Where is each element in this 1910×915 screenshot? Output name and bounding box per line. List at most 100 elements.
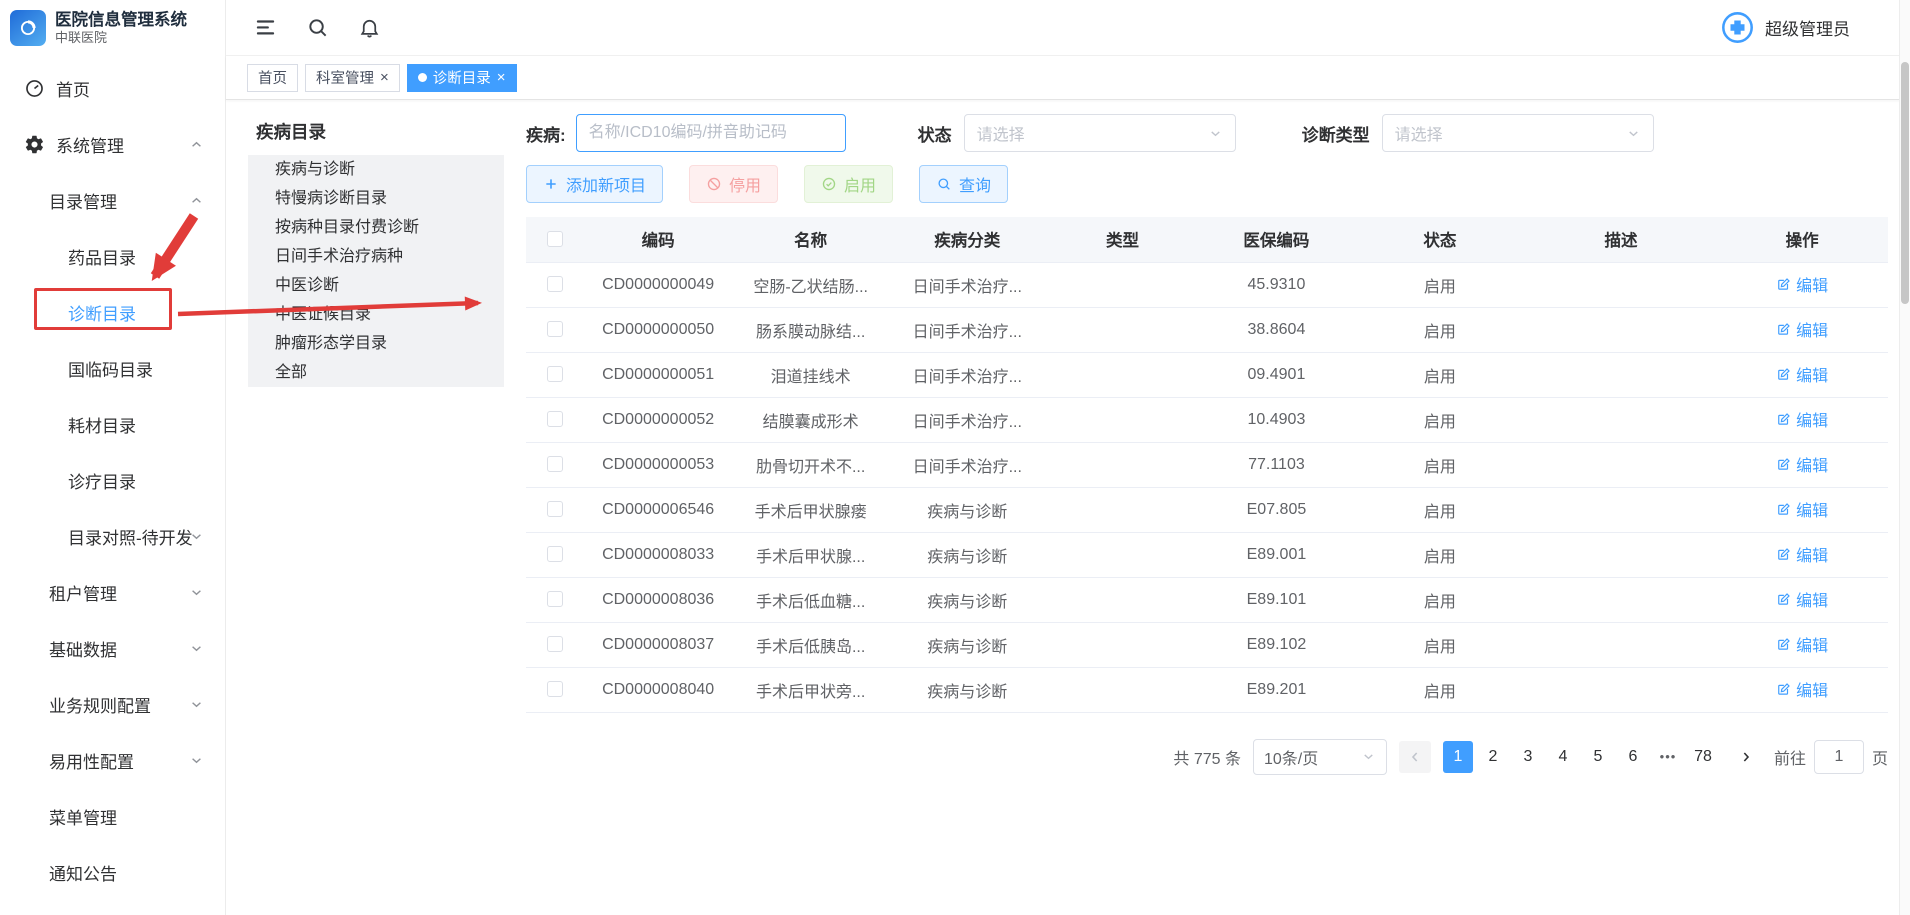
cell-status: 启用 — [1354, 307, 1526, 352]
sidebar-item-label: 耗材目录 — [68, 412, 136, 437]
page-number[interactable]: 6 — [1618, 741, 1648, 773]
bell-icon[interactable] — [358, 16, 381, 39]
cell-description — [1526, 262, 1717, 307]
row-checkbox[interactable] — [547, 636, 563, 652]
page-number[interactable]: 1 — [1443, 741, 1473, 773]
cell-name: 手术后甲状旁... — [733, 667, 888, 712]
sidebar-item-consumables-catalog[interactable]: 耗材目录 — [0, 396, 225, 452]
catalog-item[interactable]: 肿瘤形态学目录 — [248, 329, 504, 358]
edit-button[interactable]: 编辑 — [1776, 587, 1828, 611]
cell-status: 启用 — [1354, 262, 1526, 307]
diagnosis-type-select[interactable]: 请选择 — [1382, 114, 1654, 152]
tab-label: 首页 — [258, 67, 287, 88]
sidebar-item-menu-management[interactable]: 菜单管理 — [0, 788, 225, 844]
edit-icon — [1776, 637, 1791, 652]
catalog-item[interactable]: 特慢病诊断目录 — [248, 184, 504, 213]
cell-status: 启用 — [1354, 622, 1526, 667]
row-checkbox[interactable] — [547, 366, 563, 382]
column-header-insurance-code: 医保编码 — [1199, 217, 1354, 262]
row-checkbox[interactable] — [547, 276, 563, 292]
sidebar-item-business-rules[interactable]: 业务规则配置 — [0, 676, 225, 732]
table-row: CD0000008037 手术后低胰岛... 疾病与诊断 E89.102 启用 … — [526, 622, 1888, 667]
enable-button[interactable]: 启用 — [804, 165, 893, 203]
page-number[interactable]: 78 — [1688, 741, 1718, 773]
diagnosis-table: 编码 名称 疾病分类 类型 医保编码 状态 描述 操作 CD00000000 — [526, 217, 1888, 713]
prev-page-button[interactable] — [1399, 741, 1431, 773]
close-icon[interactable]: × — [497, 70, 506, 85]
tab-diagnosis-catalog[interactable]: 诊断目录 × — [407, 64, 517, 92]
row-checkbox[interactable] — [547, 411, 563, 427]
disable-button[interactable]: 停用 — [689, 165, 778, 203]
user-menu[interactable]: 超级管理员 — [1720, 10, 1850, 45]
add-item-button[interactable]: 添加新项目 — [526, 165, 663, 203]
cell-type — [1046, 667, 1199, 712]
edit-button[interactable]: 编辑 — [1776, 452, 1828, 476]
page-numbers: 1 2 3 4 5 6 ••• 78 — [1443, 741, 1718, 773]
sidebar-item-label: 诊疗目录 — [68, 468, 136, 493]
next-page-button[interactable] — [1730, 741, 1762, 773]
sidebar-item-home[interactable]: 首页 — [0, 60, 225, 116]
edit-button[interactable]: 编辑 — [1776, 542, 1828, 566]
row-checkbox[interactable] — [547, 591, 563, 607]
sidebar-item-tenant-management[interactable]: 租户管理 — [0, 564, 225, 620]
sidebar-item-label: 菜单管理 — [49, 804, 117, 829]
edit-button[interactable]: 编辑 — [1776, 362, 1828, 386]
row-checkbox[interactable] — [547, 321, 563, 337]
sidebar-item-notice[interactable]: 通知公告 — [0, 844, 225, 900]
edit-button[interactable]: 编辑 — [1776, 272, 1828, 296]
edit-icon — [1776, 547, 1791, 562]
page-size-select[interactable]: 10条/页 — [1253, 739, 1387, 775]
tab-bar: 首页 科室管理 × 诊断目录 × — [226, 56, 1910, 100]
catalog-item[interactable]: 日间手术治疗病种 — [248, 242, 504, 271]
edit-label: 编辑 — [1796, 317, 1828, 341]
sidebar-item-catalog-mapping[interactable]: 目录对照-待开发 — [0, 508, 225, 564]
sidebar-item-catalog-management[interactable]: 目录管理 — [0, 172, 225, 228]
sidebar-item-diagnosis-catalog[interactable]: 诊断目录 — [0, 284, 225, 340]
page-ellipsis[interactable]: ••• — [1653, 741, 1683, 773]
edit-button[interactable]: 编辑 — [1776, 677, 1828, 701]
content: 疾病目录 疾病与诊断特慢病诊断目录按病种目录付费诊断日间手术治疗病种中医诊断中医… — [226, 100, 1910, 915]
page-number[interactable]: 3 — [1513, 741, 1543, 773]
edit-button[interactable]: 编辑 — [1776, 632, 1828, 656]
table-row: CD0000006546 手术后甲状腺瘘 疾病与诊断 E07.805 启用 编辑 — [526, 487, 1888, 532]
catalog-item[interactable]: 中医诊断 — [248, 271, 504, 300]
sidebar-item-treatment-catalog[interactable]: 诊疗目录 — [0, 452, 225, 508]
row-checkbox[interactable] — [547, 456, 563, 472]
edit-label: 编辑 — [1796, 632, 1828, 656]
status-select[interactable]: 请选择 — [964, 114, 1236, 152]
collapse-menu-icon[interactable] — [254, 16, 277, 39]
search-icon[interactable] — [306, 16, 329, 39]
edit-button[interactable]: 编辑 — [1776, 497, 1828, 521]
goto-page-input[interactable] — [1814, 740, 1864, 774]
scrollbar-thumb[interactable] — [1901, 62, 1909, 304]
query-button[interactable]: 查询 — [919, 165, 1008, 203]
tab-home[interactable]: 首页 — [247, 64, 298, 92]
sidebar-item-drug-catalog[interactable]: 药品目录 — [0, 228, 225, 284]
catalog-item[interactable]: 疾病与诊断 — [248, 155, 504, 184]
page-number[interactable]: 4 — [1548, 741, 1578, 773]
disease-search-input[interactable] — [576, 114, 846, 152]
tab-label: 诊断目录 — [433, 67, 491, 88]
sidebar-item-national-code-catalog[interactable]: 国临码目录 — [0, 340, 225, 396]
sidebar-item-system-management[interactable]: 系统管理 — [0, 116, 225, 172]
catalog-item[interactable]: 按病种目录付费诊断 — [248, 213, 504, 242]
select-all-checkbox[interactable] — [547, 231, 563, 247]
goto-label: 前往 — [1774, 745, 1806, 769]
row-checkbox[interactable] — [547, 501, 563, 517]
close-icon[interactable]: × — [380, 70, 389, 85]
edit-button[interactable]: 编辑 — [1776, 317, 1828, 341]
page-number[interactable]: 2 — [1478, 741, 1508, 773]
chevron-up-icon — [188, 136, 205, 153]
row-checkbox[interactable] — [547, 681, 563, 697]
edit-button[interactable]: 编辑 — [1776, 407, 1828, 431]
circle-slash-icon — [706, 176, 722, 192]
vertical-scrollbar[interactable] — [1899, 0, 1910, 915]
sidebar-item-basic-data[interactable]: 基础数据 — [0, 620, 225, 676]
catalog-item[interactable]: 中医证候目录 — [248, 300, 504, 329]
sidebar-item-usability-config[interactable]: 易用性配置 — [0, 732, 225, 788]
row-checkbox[interactable] — [547, 546, 563, 562]
tab-department-management[interactable]: 科室管理 × — [305, 64, 400, 92]
page-number[interactable]: 5 — [1583, 741, 1613, 773]
catalog-item[interactable]: 全部 — [248, 358, 504, 387]
disable-label: 停用 — [729, 172, 761, 196]
